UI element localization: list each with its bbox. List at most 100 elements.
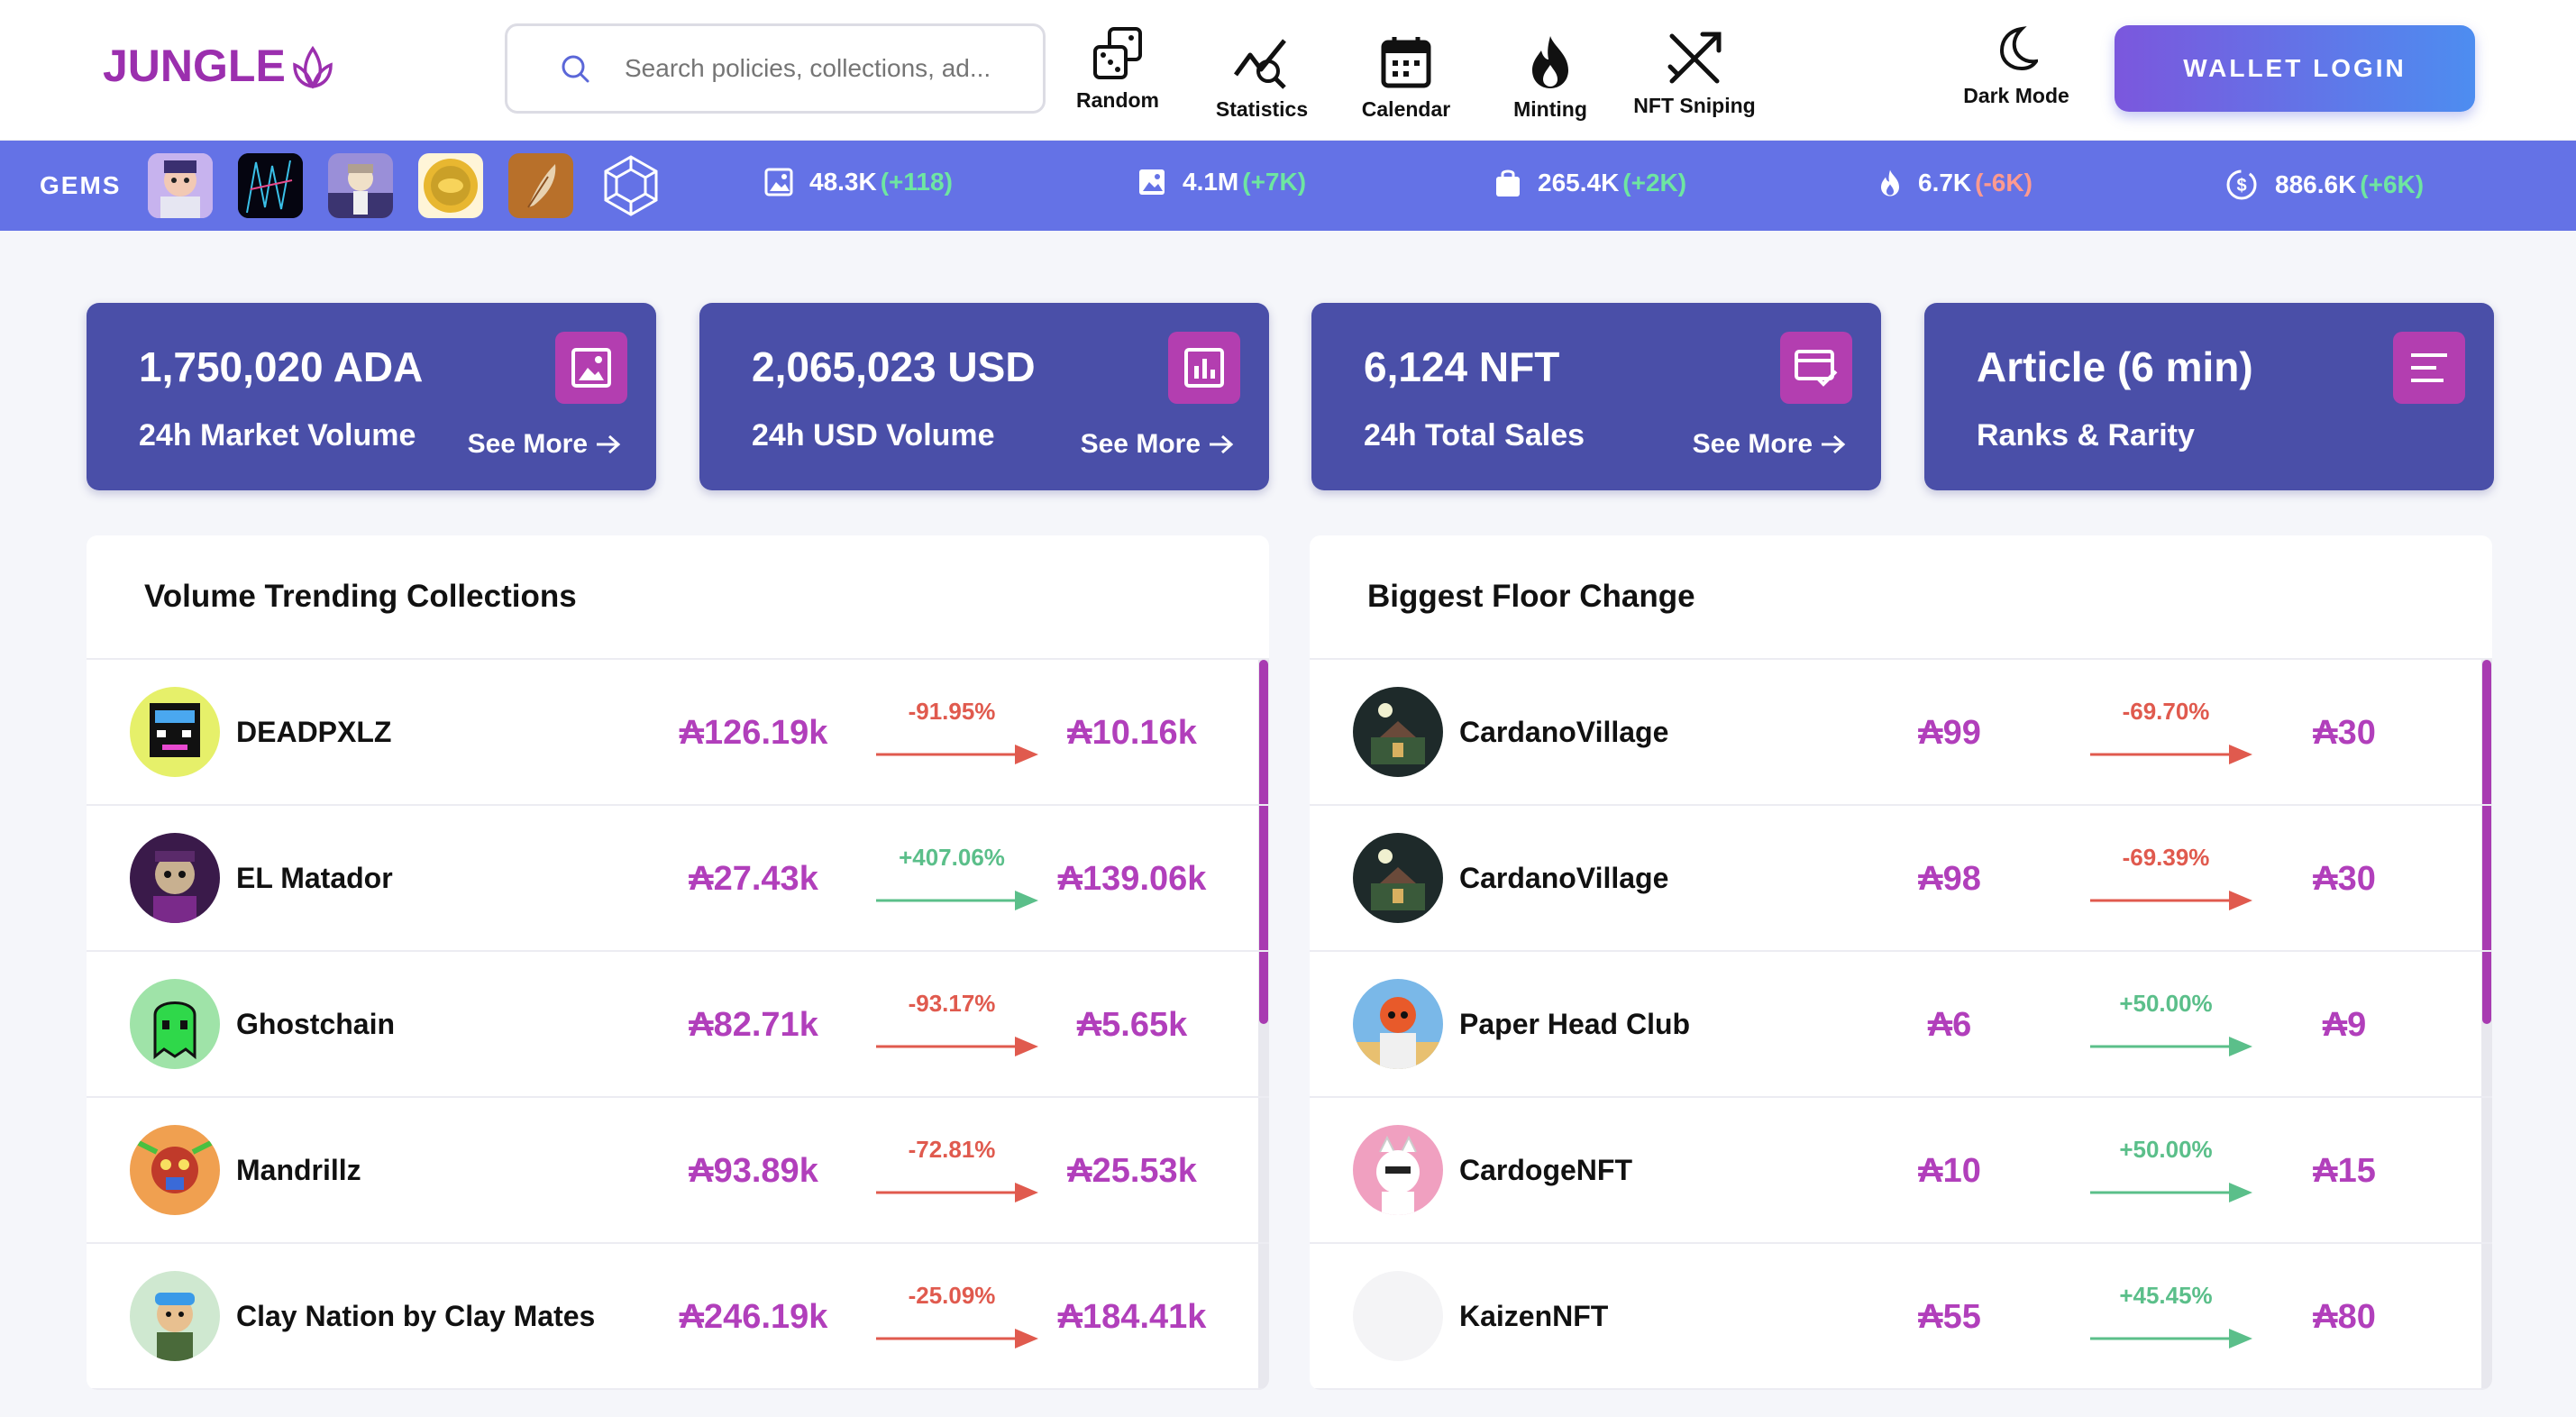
- image-icon: [1137, 168, 1166, 197]
- collection-row[interactable]: Paper Head Club ₳6 +50.00% ₳9: [1310, 952, 2492, 1098]
- collection-row[interactable]: KaizenNFT ₳55 +45.45% ₳80: [1310, 1244, 2492, 1390]
- dark-mode-toggle[interactable]: Dark Mode: [1949, 25, 2084, 108]
- gem-avatar-5[interactable]: [508, 153, 573, 218]
- current-value: ₳184.41k: [1057, 1298, 1207, 1336]
- nav-random[interactable]: Random: [1046, 23, 1190, 113]
- hexagon-gem-icon[interactable]: [598, 153, 663, 218]
- stat-value: 886.6K: [2275, 170, 2357, 198]
- nav-random-label: Random: [1076, 88, 1159, 112]
- card-value: 6,124 NFT: [1364, 343, 1560, 390]
- arrow-right-icon: [1822, 434, 1846, 454]
- leaf-logo-icon: [293, 45, 333, 89]
- collection-avatar: [1353, 979, 1443, 1069]
- change-percent: -72.81%: [908, 1136, 996, 1163]
- see-more-link[interactable]: See More: [1693, 429, 1847, 460]
- collection-avatar: [130, 979, 220, 1069]
- volume-list: DEADPXLZ ₳126.19k -91.95% ₳10.16k EL Matador…: [87, 658, 1269, 1390]
- arrow-down-trend-icon: [874, 1179, 1042, 1211]
- collection-row[interactable]: CardanoVillage ₳99 -69.70% ₳30: [1310, 660, 2492, 806]
- arrow-down-trend-icon: [874, 1033, 1042, 1065]
- sales-icon: [1780, 332, 1852, 404]
- collection-name: KaizenNFT: [1459, 1300, 1609, 1332]
- stat-sales: 265.4K (+2K): [1494, 168, 1686, 198]
- collection-name: EL Matador: [236, 862, 393, 894]
- previous-value: ₳82.71k: [689, 1006, 818, 1044]
- change-percent: +50.00%: [2119, 1136, 2213, 1163]
- stat-value: 6.7K: [1918, 169, 1972, 197]
- floor-change-panel: Biggest Floor Change CardanoVillage ₳99 -6…: [1310, 535, 2492, 1390]
- previous-value: ₳55: [1918, 1298, 1981, 1336]
- wallet-login-button[interactable]: WALLET LOGIN: [2115, 25, 2475, 112]
- change-percent: +407.06%: [899, 844, 1005, 871]
- bar-chart-icon: [1168, 332, 1240, 404]
- stat-value: 4.1M: [1183, 168, 1239, 196]
- collection-avatar: [130, 1125, 220, 1215]
- change-percent: -25.09%: [908, 1282, 996, 1309]
- see-more-label: See More: [467, 429, 588, 459]
- change-percent: +50.00%: [2119, 990, 2213, 1017]
- dice-icon: [1090, 23, 1146, 83]
- change-percent: +45.45%: [2119, 1282, 2213, 1309]
- arrow-down-trend-icon: [874, 741, 1042, 772]
- previous-value: ₳93.89k: [689, 1152, 818, 1190]
- see-more-label: See More: [1080, 429, 1201, 459]
- current-value: ₳25.53k: [1067, 1152, 1197, 1190]
- top-header: JUNGLE Random Statistics Calendar Mintin…: [0, 0, 2576, 141]
- collection-name: Mandrillz: [236, 1154, 361, 1186]
- nav-minting[interactable]: Minting: [1478, 23, 1622, 122]
- stat-change: (+7K): [1242, 168, 1307, 196]
- card-value: 1,750,020 ADA: [139, 343, 424, 390]
- nav-nft-sniping[interactable]: NFT Sniping: [1622, 23, 1767, 118]
- gem-avatar-1[interactable]: [148, 153, 213, 218]
- collection-row[interactable]: CardanoVillage ₳98 -69.39% ₳30: [1310, 806, 2492, 952]
- collection-row[interactable]: CardogeNFT ₳10 +50.00% ₳15: [1310, 1098, 2492, 1244]
- previous-value: ₳99: [1918, 714, 1981, 752]
- search-input[interactable]: [625, 54, 1003, 83]
- shopping-bag-icon: [1494, 168, 1521, 198]
- card-total-sales: 6,124 NFT 24h Total Sales See More: [1311, 303, 1881, 490]
- collection-row[interactable]: Ghostchain ₳82.71k -93.17% ₳5.65k: [87, 952, 1269, 1098]
- see-more-link[interactable]: See More: [468, 429, 622, 460]
- stat-supply: 4.1M (+7K): [1137, 168, 1306, 197]
- collection-name: Clay Nation by Clay Mates: [236, 1300, 596, 1332]
- flame-icon: [1878, 168, 1902, 198]
- moon-icon: [1995, 25, 2041, 77]
- stat-change: (+118): [880, 168, 953, 196]
- arrow-right-icon: [597, 434, 621, 454]
- gem-avatar-2[interactable]: [238, 153, 303, 218]
- stat-listings: 48.3K (+118): [764, 168, 953, 197]
- collection-avatar: [1353, 687, 1443, 777]
- current-value: ₳30: [2313, 860, 2376, 898]
- volume-trending-panel: Volume Trending Collections DEADPXLZ ₳126…: [87, 535, 1269, 1390]
- stat-change: (-6K): [1975, 169, 2032, 197]
- collection-row[interactable]: DEADPXLZ ₳126.19k -91.95% ₳10.16k: [87, 660, 1269, 806]
- card-article[interactable]: Article (6 min) Ranks & Rarity: [1924, 303, 2494, 490]
- jungle-logo[interactable]: JUNGLE: [103, 40, 334, 92]
- see-more-label: See More: [1692, 429, 1813, 459]
- flame-icon: [1527, 32, 1574, 92]
- gem-avatar-4[interactable]: [418, 153, 483, 218]
- collection-avatar: [130, 1271, 220, 1361]
- svg-text:$: $: [2236, 176, 2246, 196]
- arrow-up-trend-icon: [2088, 1179, 2256, 1211]
- chart-line-icon: [1232, 32, 1292, 92]
- previous-value: ₳10: [1918, 1152, 1981, 1190]
- current-value: ₳5.65k: [1076, 1006, 1188, 1044]
- see-more-link[interactable]: See More: [1081, 429, 1235, 460]
- panel-title: Biggest Floor Change: [1367, 579, 1695, 614]
- image-icon: [555, 332, 627, 404]
- search-box[interactable]: [505, 23, 1046, 114]
- previous-value: ₳246.19k: [679, 1298, 828, 1336]
- nav-statistics-label: Statistics: [1215, 97, 1309, 121]
- collection-row[interactable]: Mandrillz ₳93.89k -72.81% ₳25.53k: [87, 1098, 1269, 1244]
- collection-row[interactable]: EL Matador ₳27.43k +407.06% ₳139.06k: [87, 806, 1269, 952]
- sniping-icon: [1667, 29, 1722, 88]
- gem-avatar-3[interactable]: [328, 153, 393, 218]
- nav-statistics[interactable]: Statistics: [1190, 23, 1334, 122]
- nav-calendar[interactable]: Calendar: [1334, 23, 1478, 122]
- collection-row[interactable]: Clay Nation by Clay Mates ₳246.19k -25.09%…: [87, 1244, 1269, 1390]
- floor-list: CardanoVillage ₳99 -69.70% ₳30 CardanoVillag…: [1310, 658, 2492, 1390]
- collection-name: CardanoVillage: [1459, 716, 1669, 748]
- image-icon: [764, 168, 793, 197]
- previous-value: ₳6: [1927, 1006, 1972, 1044]
